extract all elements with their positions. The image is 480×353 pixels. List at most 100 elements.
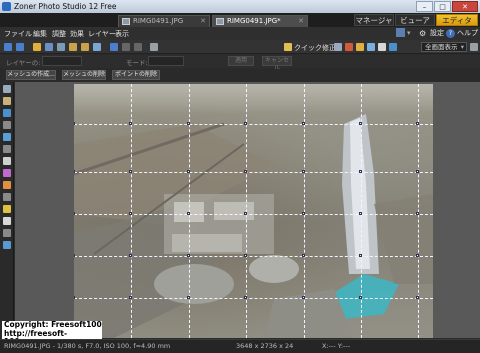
mesh-control-point[interactable]	[74, 254, 75, 257]
edited-photo[interactable]	[74, 84, 433, 338]
zoom-select[interactable]: 全画面表示 ▾	[421, 42, 467, 52]
clone-tool-icon[interactable]	[3, 157, 11, 165]
back-icon[interactable]	[4, 43, 12, 51]
mesh-control-point[interactable]	[129, 296, 132, 299]
tab-close-icon[interactable]: ✕	[200, 16, 206, 27]
mesh-control-point[interactable]	[302, 212, 305, 215]
pencil-tool-icon[interactable]	[3, 205, 11, 213]
brightness-icon[interactable]	[356, 43, 364, 51]
export-icon[interactable]	[69, 43, 77, 51]
send-icon[interactable]	[93, 43, 101, 51]
forward-icon[interactable]	[16, 43, 24, 51]
mesh-control-point[interactable]	[302, 170, 305, 173]
help-button[interactable]: ? ヘルプ	[446, 28, 478, 38]
maximize-button[interactable]: □	[434, 1, 451, 12]
shape-tool-icon[interactable]	[3, 229, 11, 237]
mesh-control-point[interactable]	[187, 296, 190, 299]
minimize-button[interactable]: –	[416, 1, 433, 12]
undo-icon[interactable]	[110, 43, 118, 51]
crop-icon[interactable]	[389, 43, 397, 51]
mesh-control-point[interactable]	[244, 122, 247, 125]
rotate-tool-icon[interactable]	[3, 145, 11, 153]
save-as-icon[interactable]	[57, 43, 65, 51]
eraser-tool-icon[interactable]	[3, 193, 11, 201]
create-mesh-button[interactable]: メッシュの作成...	[6, 70, 56, 80]
zoom-tool-icon[interactable]	[3, 85, 11, 93]
mode-manager-button[interactable]: マネージャ	[354, 14, 394, 26]
delete-point-button[interactable]: ポイントの削除	[112, 70, 160, 80]
select-tool-icon[interactable]	[3, 109, 11, 117]
mesh-control-point[interactable]	[359, 122, 362, 125]
mesh-control-point[interactable]	[359, 212, 362, 215]
mesh-control-point[interactable]	[416, 170, 419, 173]
brush-tool-icon[interactable]	[3, 181, 11, 189]
mesh-control-point[interactable]	[302, 296, 305, 299]
mesh-control-point[interactable]	[129, 170, 132, 173]
tab-rimg0491-original[interactable]: RIMG0491.JPG ✕	[118, 15, 210, 27]
cancel-button[interactable]: キャンセル	[262, 56, 292, 72]
hand-tool-icon[interactable]	[3, 97, 11, 105]
print-icon[interactable]	[81, 43, 89, 51]
mesh-control-point[interactable]	[187, 170, 190, 173]
mesh-control-point[interactable]	[74, 170, 75, 173]
crop-tool-icon[interactable]	[3, 133, 11, 141]
layer-field[interactable]	[42, 56, 82, 66]
menu-view[interactable]: 表示	[115, 29, 129, 39]
mesh-control-point[interactable]	[129, 254, 132, 257]
mesh-control-point[interactable]	[74, 296, 75, 299]
close-button[interactable]: ✕	[452, 1, 478, 12]
mesh-control-point[interactable]	[187, 254, 190, 257]
mesh-control-point[interactable]	[74, 122, 75, 125]
mesh-control-point[interactable]	[244, 212, 247, 215]
mesh-control-point[interactable]	[244, 296, 247, 299]
mesh-control-point[interactable]	[302, 254, 305, 257]
mesh-control-point[interactable]	[244, 170, 247, 173]
menu-file[interactable]: ファイル	[4, 29, 32, 39]
text-tool-icon[interactable]	[3, 217, 11, 225]
flip-icon[interactable]	[150, 43, 158, 51]
mesh-control-point[interactable]	[416, 212, 419, 215]
mesh-control-point[interactable]	[416, 296, 419, 299]
tab-close-icon[interactable]: ✕	[298, 16, 304, 27]
window-title: Zoner Photo Studio 12 Free	[14, 2, 117, 11]
menu-adjust[interactable]: 調整	[52, 29, 66, 39]
apply-button[interactable]: 適用	[228, 56, 254, 66]
save-icon[interactable]	[45, 43, 53, 51]
mesh-control-point[interactable]	[359, 170, 362, 173]
mesh-control-point[interactable]	[74, 212, 75, 215]
layout-icon[interactable]: ▾	[396, 28, 411, 37]
fit-icon[interactable]	[470, 43, 478, 51]
mesh-line	[74, 172, 433, 173]
mesh-control-point[interactable]	[359, 254, 362, 257]
mesh-control-point[interactable]	[359, 296, 362, 299]
color-icon[interactable]	[345, 43, 353, 51]
menu-effects[interactable]: 効果	[70, 29, 84, 39]
retouch-tool-icon[interactable]	[3, 169, 11, 177]
menu-edit[interactable]: 編集	[33, 29, 47, 39]
quick-fix-button[interactable]: クイック修正	[294, 43, 336, 53]
mesh-control-point[interactable]	[302, 122, 305, 125]
warp-tool-icon[interactable]	[3, 241, 11, 249]
mesh-control-point[interactable]	[416, 122, 419, 125]
settings-button[interactable]: ⚙ 設定	[419, 28, 444, 38]
open-folder-icon[interactable]	[33, 43, 41, 51]
mode-editor-button[interactable]: エディタ	[436, 14, 478, 26]
mode-viewer-button[interactable]: ビューア	[395, 14, 435, 26]
mesh-control-point[interactable]	[187, 122, 190, 125]
enhance-icon[interactable]	[378, 43, 386, 51]
redo-icon[interactable]	[122, 43, 130, 51]
levels-icon[interactable]	[334, 43, 342, 51]
sharpen-icon[interactable]	[367, 43, 375, 51]
delete-mesh-button[interactable]: メッシュの削除	[62, 70, 106, 80]
history-icon[interactable]	[134, 43, 142, 51]
mode-field[interactable]	[148, 56, 184, 66]
mesh-control-point[interactable]	[187, 212, 190, 215]
lasso-tool-icon[interactable]	[3, 121, 11, 129]
mesh-control-point[interactable]	[129, 122, 132, 125]
canvas-workspace	[15, 82, 480, 338]
tab-rimg0491-edited[interactable]: RIMG0491.JPG* ✕	[212, 15, 308, 27]
menu-layer[interactable]: レイヤー	[88, 29, 116, 39]
mesh-control-point[interactable]	[244, 254, 247, 257]
mesh-control-point[interactable]	[129, 212, 132, 215]
mesh-control-point[interactable]	[416, 254, 419, 257]
